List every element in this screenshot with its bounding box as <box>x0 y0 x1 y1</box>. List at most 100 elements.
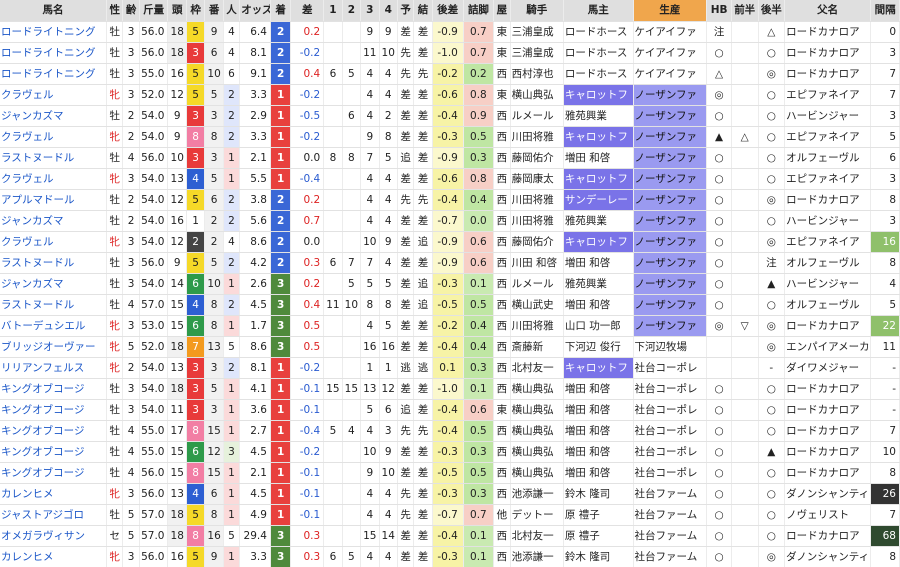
table-row[interactable]: クラヴェル牝 2 54.0 9 8 8 2 3.3 1 -0.2 9 8 差差 -0.3 0.5 西川田将雅キ… <box>0 126 900 148</box>
horse-name[interactable]: ジャンカズマ <box>0 273 108 295</box>
horse-name[interactable]: ジャンカズマ <box>0 105 108 127</box>
horse-name[interactable]: キングオブコージ <box>0 462 108 484</box>
column-header[interactable]: 3 <box>360 0 380 22</box>
table-row[interactable]: アプルマドール牡 2 54.0 12 5 6 2 3.8 2 0.2 4 4 先先 -0.4 0.4 西川田将… <box>0 189 900 211</box>
column-header[interactable]: 後半 <box>758 0 786 22</box>
table-row[interactable]: キングオブコージ牡 4 55.0 15 6 12 3 4.5 1 -0.2 10 9 差差 -0.3 0.3… <box>0 441 900 463</box>
table-row[interactable]: ブリッジオーヴァー牝 5 52.0 18 7 13 5 8.6 3 0.5 16 16 差差 -0.4 0.… <box>0 336 900 358</box>
table-row[interactable]: ロードライトニング牡 3 56.0 18 3 6 4 8.1 2 -0.2 11 10 先差 -1.0 0.… <box>0 42 900 64</box>
horse-name[interactable]: ジャンカズマ <box>0 210 108 232</box>
column-header[interactable]: オッズ <box>239 0 271 22</box>
table-row[interactable]: クラヴェル牝 3 54.0 12 2 2 4 8.6 2 0.0 10 9 差追 -0.9 0.6 西藤岡佑介… <box>0 231 900 253</box>
column-header[interactable]: 頭 <box>167 0 187 22</box>
column-header[interactable]: 馬主 <box>563 0 634 22</box>
owner: 原 禮子 <box>563 525 634 547</box>
field-size: 18 <box>167 21 187 43</box>
column-header[interactable]: 2 <box>342 0 362 22</box>
table-row[interactable]: キングオブコージ牡 3 54.0 18 3 5 1 4.1 1 -0.1 15 15 13 12 差差 -1.… <box>0 378 900 400</box>
horse-name[interactable]: ジャストアジゴロ <box>0 504 108 526</box>
table-row[interactable]: クラヴェル牝 3 54.0 13 4 5 1 5.5 1 -0.4 4 4 差差 -0.6 0.8 西藤岡康太… <box>0 168 900 190</box>
horse-name[interactable]: バトーデュシエル <box>0 315 108 337</box>
stable: 西 <box>493 231 511 253</box>
column-header[interactable]: HB <box>706 0 732 22</box>
column-header[interactable]: 人 <box>223 0 241 22</box>
table-row[interactable]: ラストヌードル牡 4 56.0 10 3 3 1 2.1 1 0.0 8 8 7 5 追差 -0.9 0.3 西藤… <box>0 147 900 169</box>
column-header[interactable]: 生産 <box>633 0 708 22</box>
table-row[interactable]: カレンヒメ牝 3 56.0 16 5 9 1 3.3 3 0.3 6 5 4 4 差差 -0.3 0.1 西池添謙… <box>0 546 900 567</box>
horse-number: 12 <box>204 441 224 463</box>
column-header[interactable]: 齢 <box>122 0 140 22</box>
interval: 7 <box>870 504 900 526</box>
table-row[interactable]: ジャンカズマ牡 2 54.0 9 3 3 2 2.9 1 -0.5 6 4 2 差差 -0.4 0.9 西ルメー… <box>0 105 900 127</box>
column-header[interactable]: 1 <box>323 0 343 22</box>
horse-name[interactable]: ロードライトニング <box>0 42 108 64</box>
table-row[interactable]: ロードライトニング牡 3 56.0 18 5 9 4 6.4 2 0.2 9 9 差差 -0.9 0.7 東三… <box>0 21 900 43</box>
table-row[interactable]: キングオブコージ牡 4 56.0 15 8 15 1 2.1 1 -0.1 9 10 差差 -0.5 0.5… <box>0 462 900 484</box>
horse-name[interactable]: ロードライトニング <box>0 63 108 85</box>
horse-number: 9 <box>204 21 224 43</box>
horse-name[interactable]: ラストヌードル <box>0 147 108 169</box>
column-header[interactable]: 馬名 <box>0 0 108 22</box>
jockey: ルメール <box>510 273 564 295</box>
horse-name[interactable]: カレンヒメ <box>0 483 108 505</box>
horse-name[interactable]: キングオブコージ <box>0 378 108 400</box>
pos-4: 4 <box>379 84 398 106</box>
table-row[interactable]: クラヴェル牝 3 52.0 12 5 5 2 3.3 1 -0.2 4 4 差差 -0.6 0.8 東横山典弘… <box>0 84 900 106</box>
column-header[interactable]: 後差 <box>432 0 464 22</box>
horse-number: 3 <box>204 399 224 421</box>
column-header[interactable]: 屋 <box>493 0 511 22</box>
column-header[interactable]: 4 <box>379 0 398 22</box>
table-row[interactable]: ジャンカズマ牡 2 54.0 16 1 2 2 5.6 2 0.7 4 4 差差 -0.7 0.0 西川田将雅… <box>0 210 900 232</box>
horse-name[interactable]: キングオブコージ <box>0 399 108 421</box>
hb-mark: ◎ <box>706 84 732 106</box>
horse-name[interactable]: リリアンフェルス <box>0 357 108 379</box>
table-row[interactable]: オメガラヴィサンセ 5 57.0 18 8 16 5 29.4 3 0.3 15 14 差差 -0.4 0.… <box>0 525 900 547</box>
column-header[interactable]: 前半 <box>731 0 759 22</box>
table-row[interactable]: キングオブコージ牡 4 55.0 17 8 15 1 2.7 1 -0.4 5 4 4 3 先先 -0.4 0.… <box>0 420 900 442</box>
column-header[interactable]: 性 <box>106 0 124 22</box>
table-row[interactable]: カレンヒメ牝 3 56.0 13 4 6 1 4.5 1 -0.1 4 4 先差 -0.3 0.3 西池添謙一… <box>0 483 900 505</box>
horse-name[interactable]: ラストヌードル <box>0 294 108 316</box>
table-row[interactable]: バトーデュシエル牝 3 53.0 15 6 8 1 1.7 3 0.5 4 5 差差 -0.2 0.4 西川田… <box>0 315 900 337</box>
hb-mark: ○ <box>706 189 732 211</box>
horse-name[interactable]: クラヴェル <box>0 231 108 253</box>
table-row[interactable]: キングオブコージ牡 3 54.0 11 3 3 1 3.6 1 -0.1 5 6 追差 -0.4 0.6 東横… <box>0 399 900 421</box>
table-row[interactable]: ラストヌードル牡 4 57.0 15 4 8 2 4.5 3 0.4 11 10 8 8 差追 -0.5 0.5… <box>0 294 900 316</box>
weight: 56.0 <box>139 252 169 274</box>
odds: 29.4 <box>239 525 271 547</box>
column-header[interactable]: 予 <box>397 0 415 22</box>
horse-name[interactable]: クラヴェル <box>0 126 108 148</box>
column-header[interactable]: 騎手 <box>510 0 564 22</box>
column-header[interactable]: 斤量 <box>139 0 169 22</box>
result-style: 追 <box>413 273 433 295</box>
column-header[interactable]: 父名 <box>784 0 872 22</box>
result-style: 差 <box>413 336 433 358</box>
table-row[interactable]: ラストヌードル牡 3 56.0 9 5 5 2 4.2 2 0.3 6 7 7 4 差差 -0.9 0.6 西川田… <box>0 252 900 274</box>
column-header[interactable]: 枠 <box>186 0 206 22</box>
table-row[interactable]: リリアンフェルス牝 2 54.0 13 3 3 2 8.1 1 -0.2 1 1 逃逃 0.1 0.3 西北村… <box>0 357 900 379</box>
column-header[interactable]: 結 <box>413 0 433 22</box>
horse-name[interactable]: ラストヌードル <box>0 252 108 274</box>
column-header[interactable]: 着 <box>270 0 292 22</box>
column-header[interactable]: 詰脚 <box>463 0 495 22</box>
table-row[interactable]: ロードライトニング牡 3 55.0 16 5 10 6 9.1 2 0.4 6 5 4 4 先先 -0.2 0.… <box>0 63 900 85</box>
horse-name[interactable]: クラヴェル <box>0 84 108 106</box>
horse-name[interactable]: ブリッジオーヴァー <box>0 336 108 358</box>
column-header[interactable]: 番 <box>204 0 224 22</box>
horse-name[interactable]: アプルマドール <box>0 189 108 211</box>
pos-3: 7 <box>360 252 380 274</box>
late-diff: -0.4 <box>432 420 464 442</box>
column-header[interactable]: 間隔 <box>870 0 900 22</box>
column-header[interactable]: 差 <box>290 0 325 22</box>
horse-name[interactable]: ロードライトニング <box>0 21 108 43</box>
horse-name[interactable]: オメガラヴィサン <box>0 525 108 547</box>
horse-name[interactable]: キングオブコージ <box>0 420 108 442</box>
pos-3: 8 <box>360 294 380 316</box>
pos-2 <box>342 462 362 484</box>
table-row[interactable]: ジャンカズマ牡 3 54.0 14 6 10 1 2.6 3 0.2 5 5 5 差追 -0.3 0.1 西ルメ… <box>0 273 900 295</box>
horse-name[interactable]: クラヴェル <box>0 168 108 190</box>
table-row[interactable]: ジャストアジゴロ牡 5 57.0 18 5 8 1 4.9 1 -0.1 4 4 先差 -0.7 0.7 他デ… <box>0 504 900 526</box>
closing-speed: 0.8 <box>463 168 495 190</box>
horse-name[interactable]: キングオブコージ <box>0 441 108 463</box>
horse-name[interactable]: カレンヒメ <box>0 546 108 567</box>
